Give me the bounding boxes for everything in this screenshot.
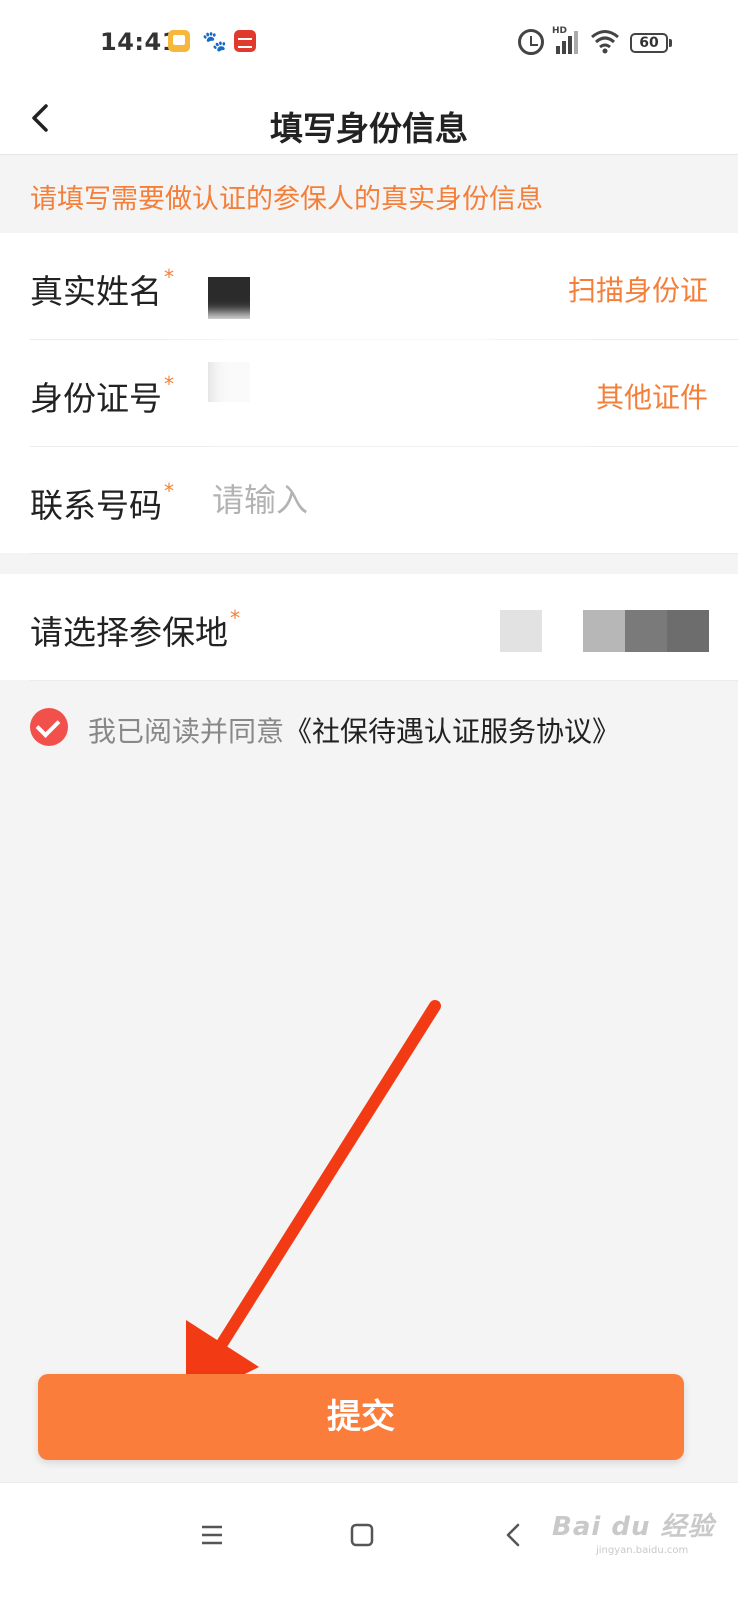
app-header: 填写身份信息 (0, 88, 738, 155)
agreement-link[interactable]: 《社保待遇认证服务协议》 (284, 715, 620, 748)
signal-icon (552, 28, 580, 56)
form-row-name[interactable]: 真实姓名 * 扫描身份证 (30, 233, 738, 340)
redacted-location-value (500, 610, 542, 652)
baidu-watermark-url: jingyan.baidu.com (596, 1545, 689, 1556)
required-mark: * (164, 265, 174, 289)
form-row-id-number[interactable]: 身份证号 * 其他证件 (30, 340, 738, 447)
notice-bar: 请填写需要做认证的参保人的真实身份信息 (0, 155, 738, 233)
status-bar: 14:41 🐾 HD 60 (0, 0, 738, 88)
baidu-app-icon: 🐾 (202, 29, 227, 53)
insurance-location-row[interactable]: 请选择参保地 * (30, 574, 738, 681)
submit-button[interactable]: 提交 (38, 1374, 684, 1460)
blur-overlay (170, 313, 500, 337)
other-documents-button[interactable]: 其他证件 (596, 376, 708, 416)
location-label: 请选择参保地 * (30, 606, 240, 652)
baidu-watermark: Bai du 经验 (552, 1512, 715, 1542)
phone-label: 联系号码 * (30, 479, 174, 525)
id-number-label: 身份证号 * (30, 372, 174, 418)
nav-back-icon[interactable] (490, 1511, 538, 1559)
name-label: 真实姓名 * (30, 265, 174, 311)
agreement-text: 我已阅读并同意《社保待遇认证服务协议》 (88, 715, 621, 748)
insurance-location-card: 请选择参保地 * (0, 574, 738, 681)
alarm-icon (518, 29, 544, 55)
redacted-location-value (667, 610, 709, 652)
red-app-icon (234, 30, 256, 52)
phone-input[interactable] (212, 475, 572, 525)
scan-id-card-button[interactable]: 扫描身份证 (568, 269, 708, 309)
check-icon[interactable] (30, 708, 68, 746)
redacted-location-value (625, 610, 667, 652)
form-row-phone[interactable]: 联系号码 * (30, 447, 738, 554)
required-mark: * (164, 372, 174, 396)
identity-form: 真实姓名 * 扫描身份证 身份证号 * 其他证件 联系号码 * (0, 233, 738, 554)
battery-icon: 60 (630, 33, 672, 53)
blur-overlay (210, 342, 590, 442)
home-icon[interactable] (338, 1511, 386, 1559)
wifi-icon (590, 28, 620, 54)
required-mark: * (164, 479, 174, 503)
required-mark: * (230, 606, 240, 630)
page-title: 填写身份信息 (270, 109, 468, 148)
redacted-location-value (583, 610, 625, 652)
notes-app-icon (168, 30, 190, 52)
menu-icon[interactable] (188, 1511, 236, 1559)
notice-text: 请填写需要做认证的参保人的真实身份信息 (30, 184, 543, 215)
